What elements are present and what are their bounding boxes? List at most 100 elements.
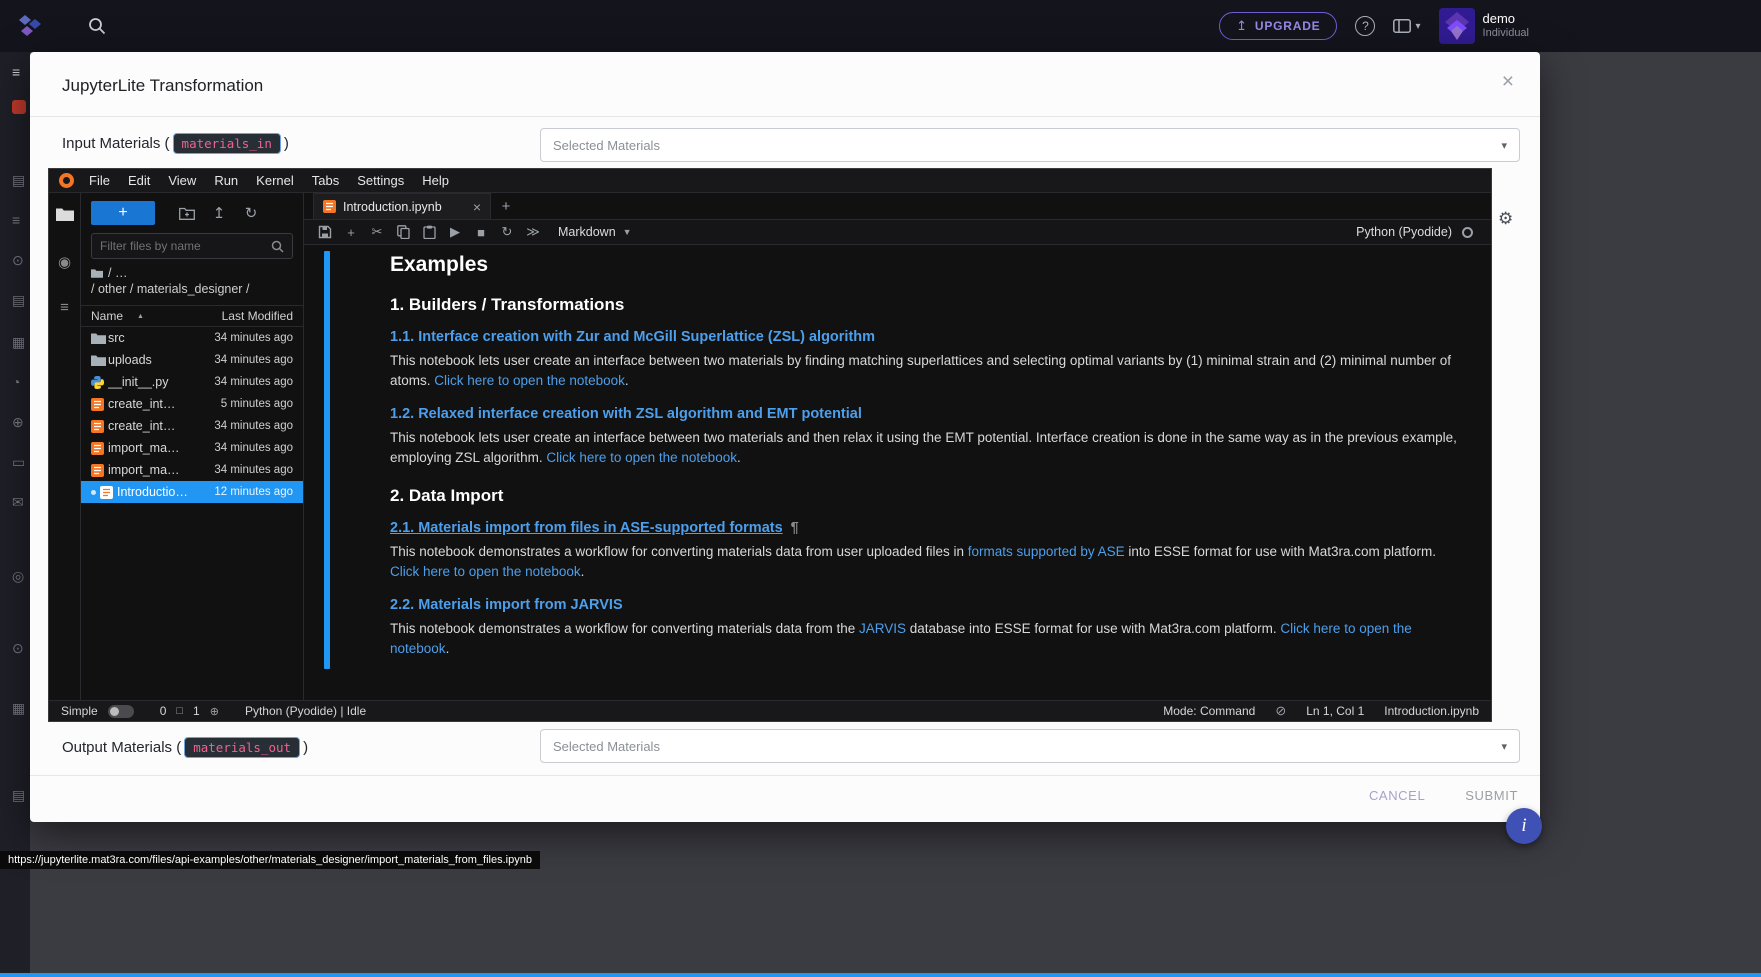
terminal-icon: □: [176, 705, 183, 717]
sidebar-icon-red[interactable]: [12, 100, 26, 114]
upload-icon[interactable]: ↥: [203, 201, 235, 225]
open-notebook-link[interactable]: Click here to open the notebook: [390, 564, 581, 579]
sidebar-icon-4[interactable]: ▤: [12, 292, 32, 309]
menu-run[interactable]: Run: [205, 173, 247, 188]
cursor-position[interactable]: Ln 1, Col 1: [1306, 704, 1364, 718]
copy-cell-icon[interactable]: [390, 221, 416, 243]
file-row-notebook[interactable]: import_ma… 34 minutes ago: [81, 459, 303, 481]
markdown-cell[interactable]: Examples 1. Builders / Transformations 1…: [390, 249, 1466, 663]
file-row-uploads[interactable]: uploads 34 minutes ago: [81, 349, 303, 371]
chevron-down-icon: ▾: [1415, 21, 1420, 32]
python-file-icon: [91, 376, 108, 389]
sidebar-menu-icon[interactable]: ≡: [12, 64, 32, 80]
breadcrumb-path[interactable]: / other / materials_designer /: [91, 281, 249, 297]
file-filter[interactable]: [91, 233, 293, 259]
dialog-title: JupyterLite Transformation: [62, 76, 263, 96]
cut-cell-icon[interactable]: ✂: [364, 221, 390, 243]
table-of-contents-icon[interactable]: ≡: [60, 299, 69, 316]
anchor-pilcrow[interactable]: ¶: [791, 520, 799, 536]
sidebar-icon-8[interactable]: ▭: [12, 454, 32, 471]
submit-button[interactable]: SUBMIT: [1465, 788, 1518, 803]
breadcrumb-root[interactable]: / …: [108, 265, 127, 281]
new-tab-icon[interactable]: +: [491, 193, 521, 219]
new-folder-icon[interactable]: [171, 201, 203, 225]
file-row-notebook[interactable]: import_ma… 34 minutes ago: [81, 437, 303, 459]
refresh-icon[interactable]: ↻: [235, 201, 267, 225]
output-materials-select[interactable]: Selected Materials ▾: [540, 729, 1520, 763]
input-label-prefix: Input Materials (: [62, 135, 170, 152]
help-icon[interactable]: ?: [1355, 16, 1375, 36]
cancel-button[interactable]: CANCEL: [1369, 788, 1425, 803]
sidebar-icon-11[interactable]: ⊙: [12, 640, 32, 657]
restart-kernel-icon[interactable]: ↻: [494, 221, 520, 243]
run-cell-icon[interactable]: ▶: [442, 221, 468, 243]
kernel-status-text[interactable]: Python (Pyodide) | Idle: [245, 704, 366, 718]
upgrade-button[interactable]: ↥ UPGRADE: [1219, 12, 1337, 40]
search-icon[interactable]: [88, 17, 106, 40]
nb-paragraph: This notebook lets user create an interf…: [390, 428, 1466, 469]
stop-kernel-icon[interactable]: ■: [468, 221, 494, 243]
add-cell-icon[interactable]: +: [338, 221, 364, 243]
sidebar-icon-12[interactable]: ▦: [12, 700, 32, 717]
file-row-introduction-selected[interactable]: Introductio… 12 minutes ago: [81, 481, 303, 503]
sidebar-icon-2[interactable]: ≡: [12, 212, 32, 228]
open-notebook-link[interactable]: Click here to open the notebook: [434, 373, 625, 388]
restart-run-all-icon[interactable]: ≫: [520, 221, 546, 243]
menu-kernel[interactable]: Kernel: [247, 173, 303, 188]
file-row-notebook[interactable]: create_int… 34 minutes ago: [81, 415, 303, 437]
paste-cell-icon[interactable]: [416, 221, 442, 243]
running-kernels-icon[interactable]: ◉: [58, 253, 71, 271]
open-notebook-link[interactable]: Click here to open the notebook: [546, 450, 737, 465]
sidebar-icon-10[interactable]: ◎: [12, 568, 32, 585]
menu-view[interactable]: View: [159, 173, 205, 188]
top-app-bar: ↥ UPGRADE ? ▾ demo Individual: [0, 0, 1761, 52]
column-last-modified[interactable]: Last Modified: [209, 309, 293, 323]
home-folder-icon: [91, 268, 103, 278]
file-list: src 34 minutes ago uploads 34 minutes ag…: [81, 327, 303, 700]
menu-help[interactable]: Help: [413, 173, 458, 188]
mat3ra-logo-icon[interactable]: [16, 13, 44, 44]
info-button[interactable]: i: [1506, 808, 1542, 844]
sidebar-icon-5[interactable]: ▦: [12, 334, 32, 351]
jarvis-link[interactable]: JARVIS: [859, 621, 906, 636]
file-row-init-py[interactable]: __init__.py 34 minutes ago: [81, 371, 303, 393]
menu-settings[interactable]: Settings: [348, 173, 413, 188]
kernel-selector[interactable]: Python (Pyodide): [1356, 225, 1452, 239]
user-menu[interactable]: demo Individual: [1439, 8, 1529, 44]
file-row-src[interactable]: src 34 minutes ago: [81, 327, 303, 349]
panels-menu-icon[interactable]: ▾: [1393, 19, 1420, 33]
menu-tabs[interactable]: Tabs: [303, 173, 348, 188]
menu-file[interactable]: File: [80, 173, 119, 188]
user-name: demo: [1483, 11, 1529, 27]
accessibility-icon[interactable]: ⊘: [1275, 703, 1286, 719]
sidebar-icon-6[interactable]: ◔: [12, 374, 32, 390]
selected-cell-indicator[interactable]: [324, 251, 330, 669]
nb-h3-jarvis: 2.2. Materials import from JARVIS: [390, 597, 1466, 613]
sidebar-icon-13[interactable]: ▤: [12, 787, 32, 804]
running-indicator-dot: [91, 490, 96, 495]
file-row-notebook[interactable]: create_int… 5 minutes ago: [81, 393, 303, 415]
save-icon[interactable]: [312, 221, 338, 243]
chevron-down-icon: ▾: [1501, 139, 1507, 152]
column-name[interactable]: Name ▲: [91, 309, 209, 323]
sidebar-icon-1[interactable]: ▤: [12, 172, 32, 189]
sidebar-icon-3[interactable]: ⊙: [12, 252, 32, 269]
tab-introduction-ipynb[interactable]: Introduction.ipynb ×: [313, 193, 491, 219]
gear-icon[interactable]: ⚙: [1498, 209, 1513, 229]
input-materials-select[interactable]: Selected Materials ▾: [540, 128, 1520, 162]
sidebar-icon-7[interactable]: ⊕: [12, 414, 32, 431]
file-filter-input[interactable]: [100, 239, 271, 253]
file-browser-icon[interactable]: [56, 207, 74, 225]
sidebar-icon-9[interactable]: ✉: [12, 494, 32, 511]
breadcrumb[interactable]: / … / other / materials_designer /: [81, 259, 303, 297]
nb-paragraph: This notebook demonstrates a workflow fo…: [390, 542, 1466, 583]
close-tab-icon[interactable]: ×: [473, 199, 481, 215]
simple-mode-toggle[interactable]: [108, 705, 134, 718]
menu-edit[interactable]: Edit: [119, 173, 159, 188]
cell-type-dropdown[interactable]: Markdown ▼: [558, 225, 632, 239]
ase-formats-link[interactable]: formats supported by ASE: [968, 544, 1125, 559]
close-icon[interactable]: ×: [1502, 70, 1514, 94]
user-plan: Individual: [1483, 27, 1529, 41]
new-launcher-button[interactable]: +: [91, 201, 155, 225]
upgrade-label: UPGRADE: [1255, 19, 1321, 33]
